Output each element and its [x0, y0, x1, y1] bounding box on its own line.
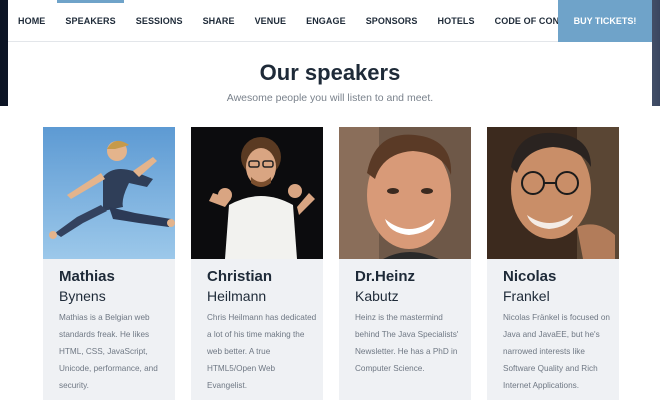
section-subtitle: Awesome people you will listen to and me… [226, 92, 434, 104]
nav-sponsors[interactable]: SPONSORS [356, 0, 428, 42]
speaker-last-name: Bynens [59, 288, 106, 304]
nav-home[interactable]: HOME [8, 0, 55, 42]
nav-hotels[interactable]: HOTELS [428, 0, 485, 42]
section-title: Our speakers [0, 58, 660, 88]
section-title-light: Our [259, 60, 299, 85]
speaker-first-name: Christian [207, 268, 273, 285]
nav-engage[interactable]: ENGAGE [296, 0, 356, 42]
speaker-photo [191, 127, 323, 259]
speaker-first-name: Nicolas [503, 268, 557, 285]
speaker-last-name: Kabutz [355, 288, 399, 304]
buy-tickets-button[interactable]: BUY TICKETS! [558, 0, 652, 42]
speaker-card[interactable]: Christian Heilmann Chris Heilmann has de… [191, 127, 323, 400]
speaker-photo [43, 127, 175, 259]
speaker-bio: Chris Heilmann has dedicated a lot of hi… [207, 313, 317, 390]
speaker-last-name: Heilmann [207, 288, 267, 304]
speaker-card[interactable]: Mathias Bynens Mathias is a Belgian web … [43, 127, 175, 400]
nav-speakers[interactable]: SPEAKERS [55, 0, 125, 42]
speaker-photo [339, 127, 471, 259]
speaker-last-name: Frankel [503, 288, 550, 304]
speaker-bio: Mathias is a Belgian web standards freak… [59, 313, 158, 390]
speaker-first-name: Mathias [59, 268, 115, 285]
top-navbar: HOME SPEAKERS SESSIONS SHARE VENUE ENGAG… [8, 0, 652, 42]
nav-venue[interactable]: VENUE [245, 0, 297, 42]
nav-share[interactable]: SHARE [193, 0, 245, 42]
section-title-bold: speakers [304, 60, 401, 85]
speaker-card[interactable]: Nicolas Frankel Nicolas Fränkel is focus… [487, 127, 619, 400]
speaker-bio: Heinz is the mastermind behind The Java … [355, 313, 459, 373]
speaker-bio: Nicolas Fränkel is focused on Java and J… [503, 313, 610, 390]
speaker-card[interactable]: Dr.Heinz Kabutz Heinz is the mastermind … [339, 127, 471, 400]
speaker-photo [487, 127, 619, 259]
nav-sessions[interactable]: SESSIONS [126, 0, 193, 42]
speaker-first-name: Dr.Heinz [355, 268, 416, 285]
